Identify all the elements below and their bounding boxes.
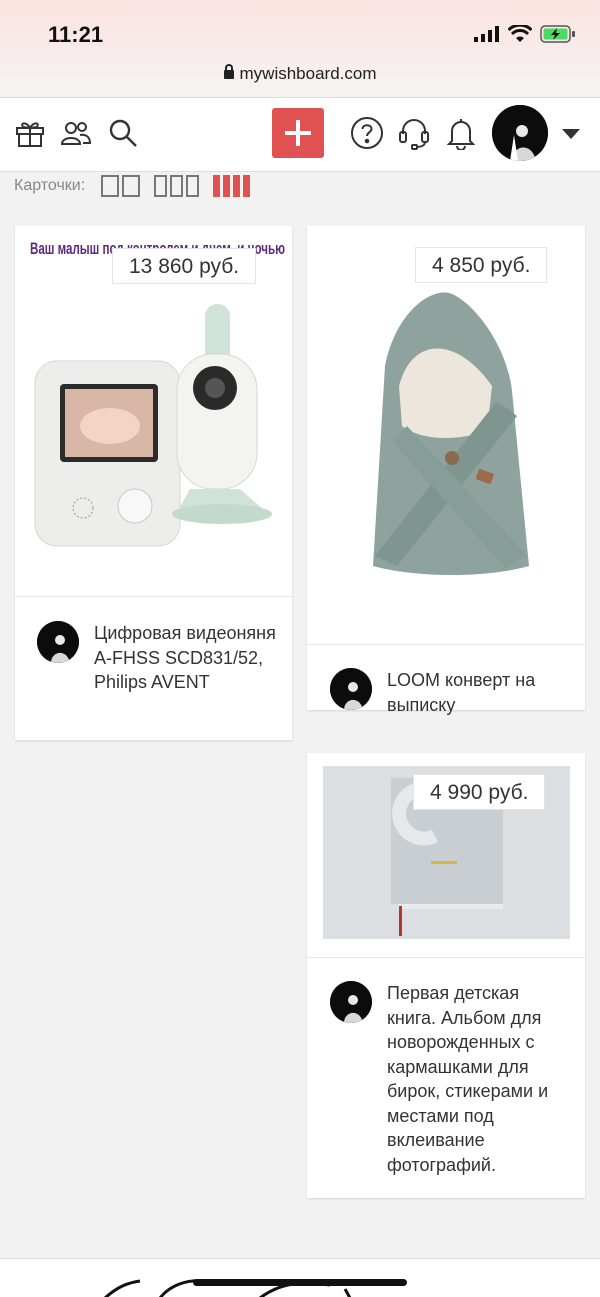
signal-icon — [474, 26, 499, 42]
gift-icon[interactable] — [13, 116, 47, 150]
item-title[interactable]: LOOM конверт на выписку — [387, 668, 572, 717]
cards-layout-bar: Карточки: — [14, 174, 264, 198]
url-text: mywishboard.com — [239, 64, 377, 83]
system-icons — [474, 25, 576, 43]
owner-avatar[interactable] — [330, 981, 372, 1023]
layout-four-columns-button[interactable] — [213, 175, 251, 197]
wish-card[interactable]: 4 990 руб. Первая детская книга. Альбом … — [307, 753, 585, 1198]
clock: 11:21 — [48, 22, 104, 47]
price-tag: 4 990 руб. — [413, 774, 546, 810]
add-wish-button[interactable] — [272, 108, 324, 158]
card-divider — [307, 957, 585, 958]
wish-card[interactable]: Ваш малыш под контролем и днем, и ночью … — [15, 226, 292, 740]
owner-avatar[interactable] — [330, 668, 372, 710]
bell-icon[interactable] — [444, 116, 478, 150]
support-headset-icon[interactable] — [397, 116, 431, 150]
price-tag: 4 850 руб. — [415, 247, 548, 283]
footer-logo-icon — [103, 1279, 352, 1297]
battery-charging-icon — [540, 25, 575, 43]
account-menu-caret-icon[interactable] — [562, 129, 580, 139]
address-bar[interactable]: mywishboard.com — [0, 64, 600, 84]
card-divider — [15, 596, 292, 597]
wish-card[interactable]: 4 850 руб. LOOM конверт на выписку — [307, 226, 585, 715]
layout-three-columns-button[interactable] — [154, 175, 200, 197]
owner-avatar[interactable] — [37, 621, 79, 663]
product-image[interactable] — [307, 226, 585, 644]
cards-label: Карточки: — [14, 177, 86, 194]
item-title[interactable]: Первая детская книга. Альбом для новорож… — [387, 981, 572, 1177]
lock-icon — [223, 64, 234, 79]
price-tag: 13 860 руб. — [112, 248, 257, 284]
top-navigation — [0, 98, 600, 172]
search-icon[interactable] — [106, 116, 140, 150]
help-icon[interactable] — [350, 116, 384, 150]
user-avatar[interactable] — [492, 105, 548, 161]
friends-icon[interactable] — [59, 116, 93, 150]
plus-icon — [285, 120, 311, 146]
card-divider — [307, 644, 585, 645]
layout-two-columns-button[interactable] — [101, 175, 141, 197]
page-footer — [0, 1258, 600, 1297]
wifi-icon — [508, 25, 532, 42]
item-title[interactable]: Цифровая видеоняня A-FHSS SCD831/52, Phi… — [94, 621, 279, 695]
browser-status-bar: 11:21 mywishboard.com — [0, 0, 600, 98]
home-indicator — [193, 1279, 407, 1286]
